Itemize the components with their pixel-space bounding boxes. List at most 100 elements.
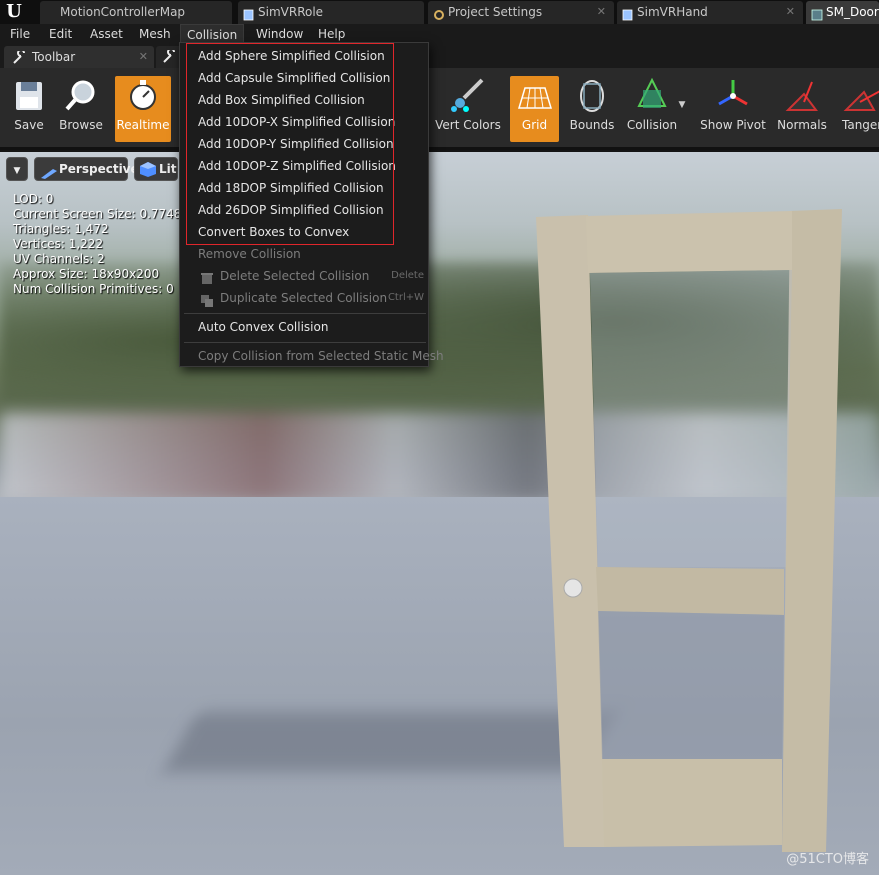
menu-item-remove-collision[interactable]: Remove Collision	[180, 243, 428, 265]
viewport-options-button[interactable]: ▼	[6, 157, 28, 181]
save-icon	[9, 76, 49, 116]
menu-item-add-10dop-x-collision[interactable]: Add 10DOP-X Simplified Collision	[180, 111, 428, 133]
menu-edit[interactable]: Edit	[43, 24, 78, 44]
menu-item-add-capsule-collision[interactable]: Add Capsule Simplified Collision	[180, 67, 428, 89]
unreal-logo-icon[interactable]: U	[2, 1, 26, 23]
tab-label: SimVRHand	[637, 5, 708, 19]
watermark: @51CTO博客	[786, 852, 869, 867]
tangents-label: Tangen	[842, 118, 879, 132]
menu-item-add-sphere-collision[interactable]: Add Sphere Simplified Collision	[180, 45, 428, 67]
collision-menu: Add Sphere Simplified Collision Add Caps…	[179, 42, 444, 367]
collision-icon	[632, 76, 672, 116]
stat-collision-primitives: Num Collision Primitives: 0	[13, 282, 174, 296]
document-tab-bar: U MotionControllerMap SimVRRole Project …	[0, 0, 879, 24]
settings-icon	[433, 6, 444, 20]
close-tab-icon[interactable]: ✕	[786, 1, 795, 23]
blueprint-icon	[243, 6, 254, 21]
vert-colors-label: Vert Colors	[435, 118, 501, 132]
menu-item-add-26dop-collision[interactable]: Add 26DOP Simplified Collision	[180, 199, 428, 221]
collision-button[interactable]: Collision	[624, 76, 680, 142]
tab-sm-door[interactable]: SM_Door	[806, 1, 879, 24]
bounds-button[interactable]: Bounds	[566, 76, 618, 142]
browse-button[interactable]: Browse	[56, 76, 106, 142]
browse-label: Browse	[59, 118, 103, 132]
close-tab-icon[interactable]: ✕	[597, 1, 606, 23]
tangents-button[interactable]: Tangen	[838, 76, 879, 142]
paint-brush-icon	[448, 76, 488, 116]
grid-button[interactable]: Grid	[510, 76, 559, 142]
tab-sim-vr-hand[interactable]: SimVRHand ✕	[617, 1, 803, 24]
chevron-down-icon: ▼	[678, 100, 686, 110]
menu-collision[interactable]: Collision	[180, 24, 245, 44]
realtime-button[interactable]: Realtime	[115, 76, 171, 142]
delete-shortcut: Delete	[391, 270, 424, 281]
perspective-button[interactable]: Perspective	[34, 157, 139, 181]
close-panel-icon[interactable]: ✕	[139, 46, 148, 68]
perspective-icon	[41, 164, 57, 186]
grid-icon	[515, 76, 555, 116]
stopwatch-icon	[123, 76, 163, 116]
delete-selected-label: Delete Selected Collision	[220, 269, 370, 283]
chevron-down-icon: ▼	[13, 166, 21, 176]
menu-item-add-10dop-y-collision[interactable]: Add 10DOP-Y Simplified Collision	[180, 133, 428, 155]
menu-help[interactable]: Help	[312, 24, 351, 44]
save-button[interactable]: Save	[6, 76, 52, 142]
menu-separator	[184, 342, 426, 343]
tab-sim-vr-role[interactable]: SimVRRole	[238, 1, 424, 24]
menu-bar: File Edit Asset Mesh Collision Window He…	[0, 24, 879, 44]
vert-colors-button[interactable]: Vert Colors	[434, 76, 502, 142]
menu-item-delete-selected-collision[interactable]: Delete Selected Collision Delete	[180, 265, 428, 287]
stat-lod: LOD: 0	[13, 192, 54, 206]
panel-tab-bar: Toolbar ✕	[0, 44, 879, 68]
lit-cube-icon	[140, 162, 156, 184]
save-label: Save	[14, 118, 44, 132]
lit-button[interactable]: Lit	[134, 157, 178, 181]
realtime-label: Realtime	[116, 118, 170, 132]
viewport[interactable]: ▼ Perspective Lit LOD: 0 Current Screen …	[0, 152, 879, 875]
tab-label: MotionControllerMap	[60, 5, 186, 19]
pivot-axes-icon	[713, 76, 753, 116]
show-pivot-label: Show Pivot	[700, 118, 766, 132]
tab-toolbar[interactable]: Toolbar ✕	[4, 46, 154, 68]
menu-item-convert-boxes-to-convex[interactable]: Convert Boxes to Convex	[180, 221, 428, 243]
perspective-label: Perspective	[59, 162, 139, 176]
static-mesh-icon	[811, 6, 823, 21]
wrench-icon	[162, 48, 178, 67]
menu-item-auto-convex-collision[interactable]: Auto Convex Collision	[180, 316, 428, 338]
normals-button[interactable]: Normals	[776, 76, 828, 142]
menu-item-add-10dop-z-collision[interactable]: Add 10DOP-Z Simplified Collision	[180, 155, 428, 177]
tab-label: SM_Door	[826, 5, 879, 19]
tab-label: Project Settings	[448, 5, 543, 19]
menu-file[interactable]: File	[4, 24, 36, 44]
stat-triangles: Triangles: 1,472	[13, 222, 109, 236]
show-pivot-button[interactable]: Show Pivot	[698, 76, 768, 142]
menu-item-add-18dop-collision[interactable]: Add 18DOP Simplified Collision	[180, 177, 428, 199]
duplicate-selected-label: Duplicate Selected Collision	[220, 291, 388, 305]
normals-icon	[782, 76, 822, 116]
lit-label: Lit	[159, 162, 177, 176]
menu-item-duplicate-selected-collision[interactable]: Duplicate Selected Collision Ctrl+W	[180, 287, 428, 309]
door-mesh[interactable]	[530, 207, 850, 852]
stat-approx-size: Approx Size: 18x90x200	[13, 267, 160, 281]
collision-label: Collision	[626, 118, 678, 132]
tangents-icon	[842, 76, 879, 116]
magnifier-icon	[61, 76, 101, 116]
stat-uv-channels: UV Channels: 2	[13, 252, 105, 266]
collision-dropdown-button[interactable]: ▼	[676, 76, 688, 142]
stat-vertices: Vertices: 1,222	[13, 237, 104, 251]
normals-label: Normals	[777, 118, 827, 132]
menu-asset[interactable]: Asset	[84, 24, 129, 44]
panel-tab-label: Toolbar	[32, 50, 76, 64]
grid-label: Grid	[521, 118, 548, 132]
tab-project-settings[interactable]: Project Settings ✕	[428, 1, 614, 24]
menu-mesh[interactable]: Mesh	[133, 24, 177, 44]
tab-motion-controller-map[interactable]: MotionControllerMap	[40, 1, 232, 24]
tab-label: SimVRRole	[258, 5, 324, 19]
menu-item-add-box-collision[interactable]: Add Box Simplified Collision	[180, 89, 428, 111]
delete-icon	[200, 270, 214, 284]
toolbar: Save Browse Realtime Vert Colors Grid Bo…	[0, 68, 879, 150]
menu-item-copy-collision-from-selected[interactable]: Copy Collision from Selected Static Mesh	[180, 345, 444, 367]
duplicate-icon	[200, 292, 214, 307]
menu-window[interactable]: Window	[250, 24, 309, 44]
viewport-stats: LOD: 0 Current Screen Size: 0.774885 Tri…	[13, 192, 197, 297]
